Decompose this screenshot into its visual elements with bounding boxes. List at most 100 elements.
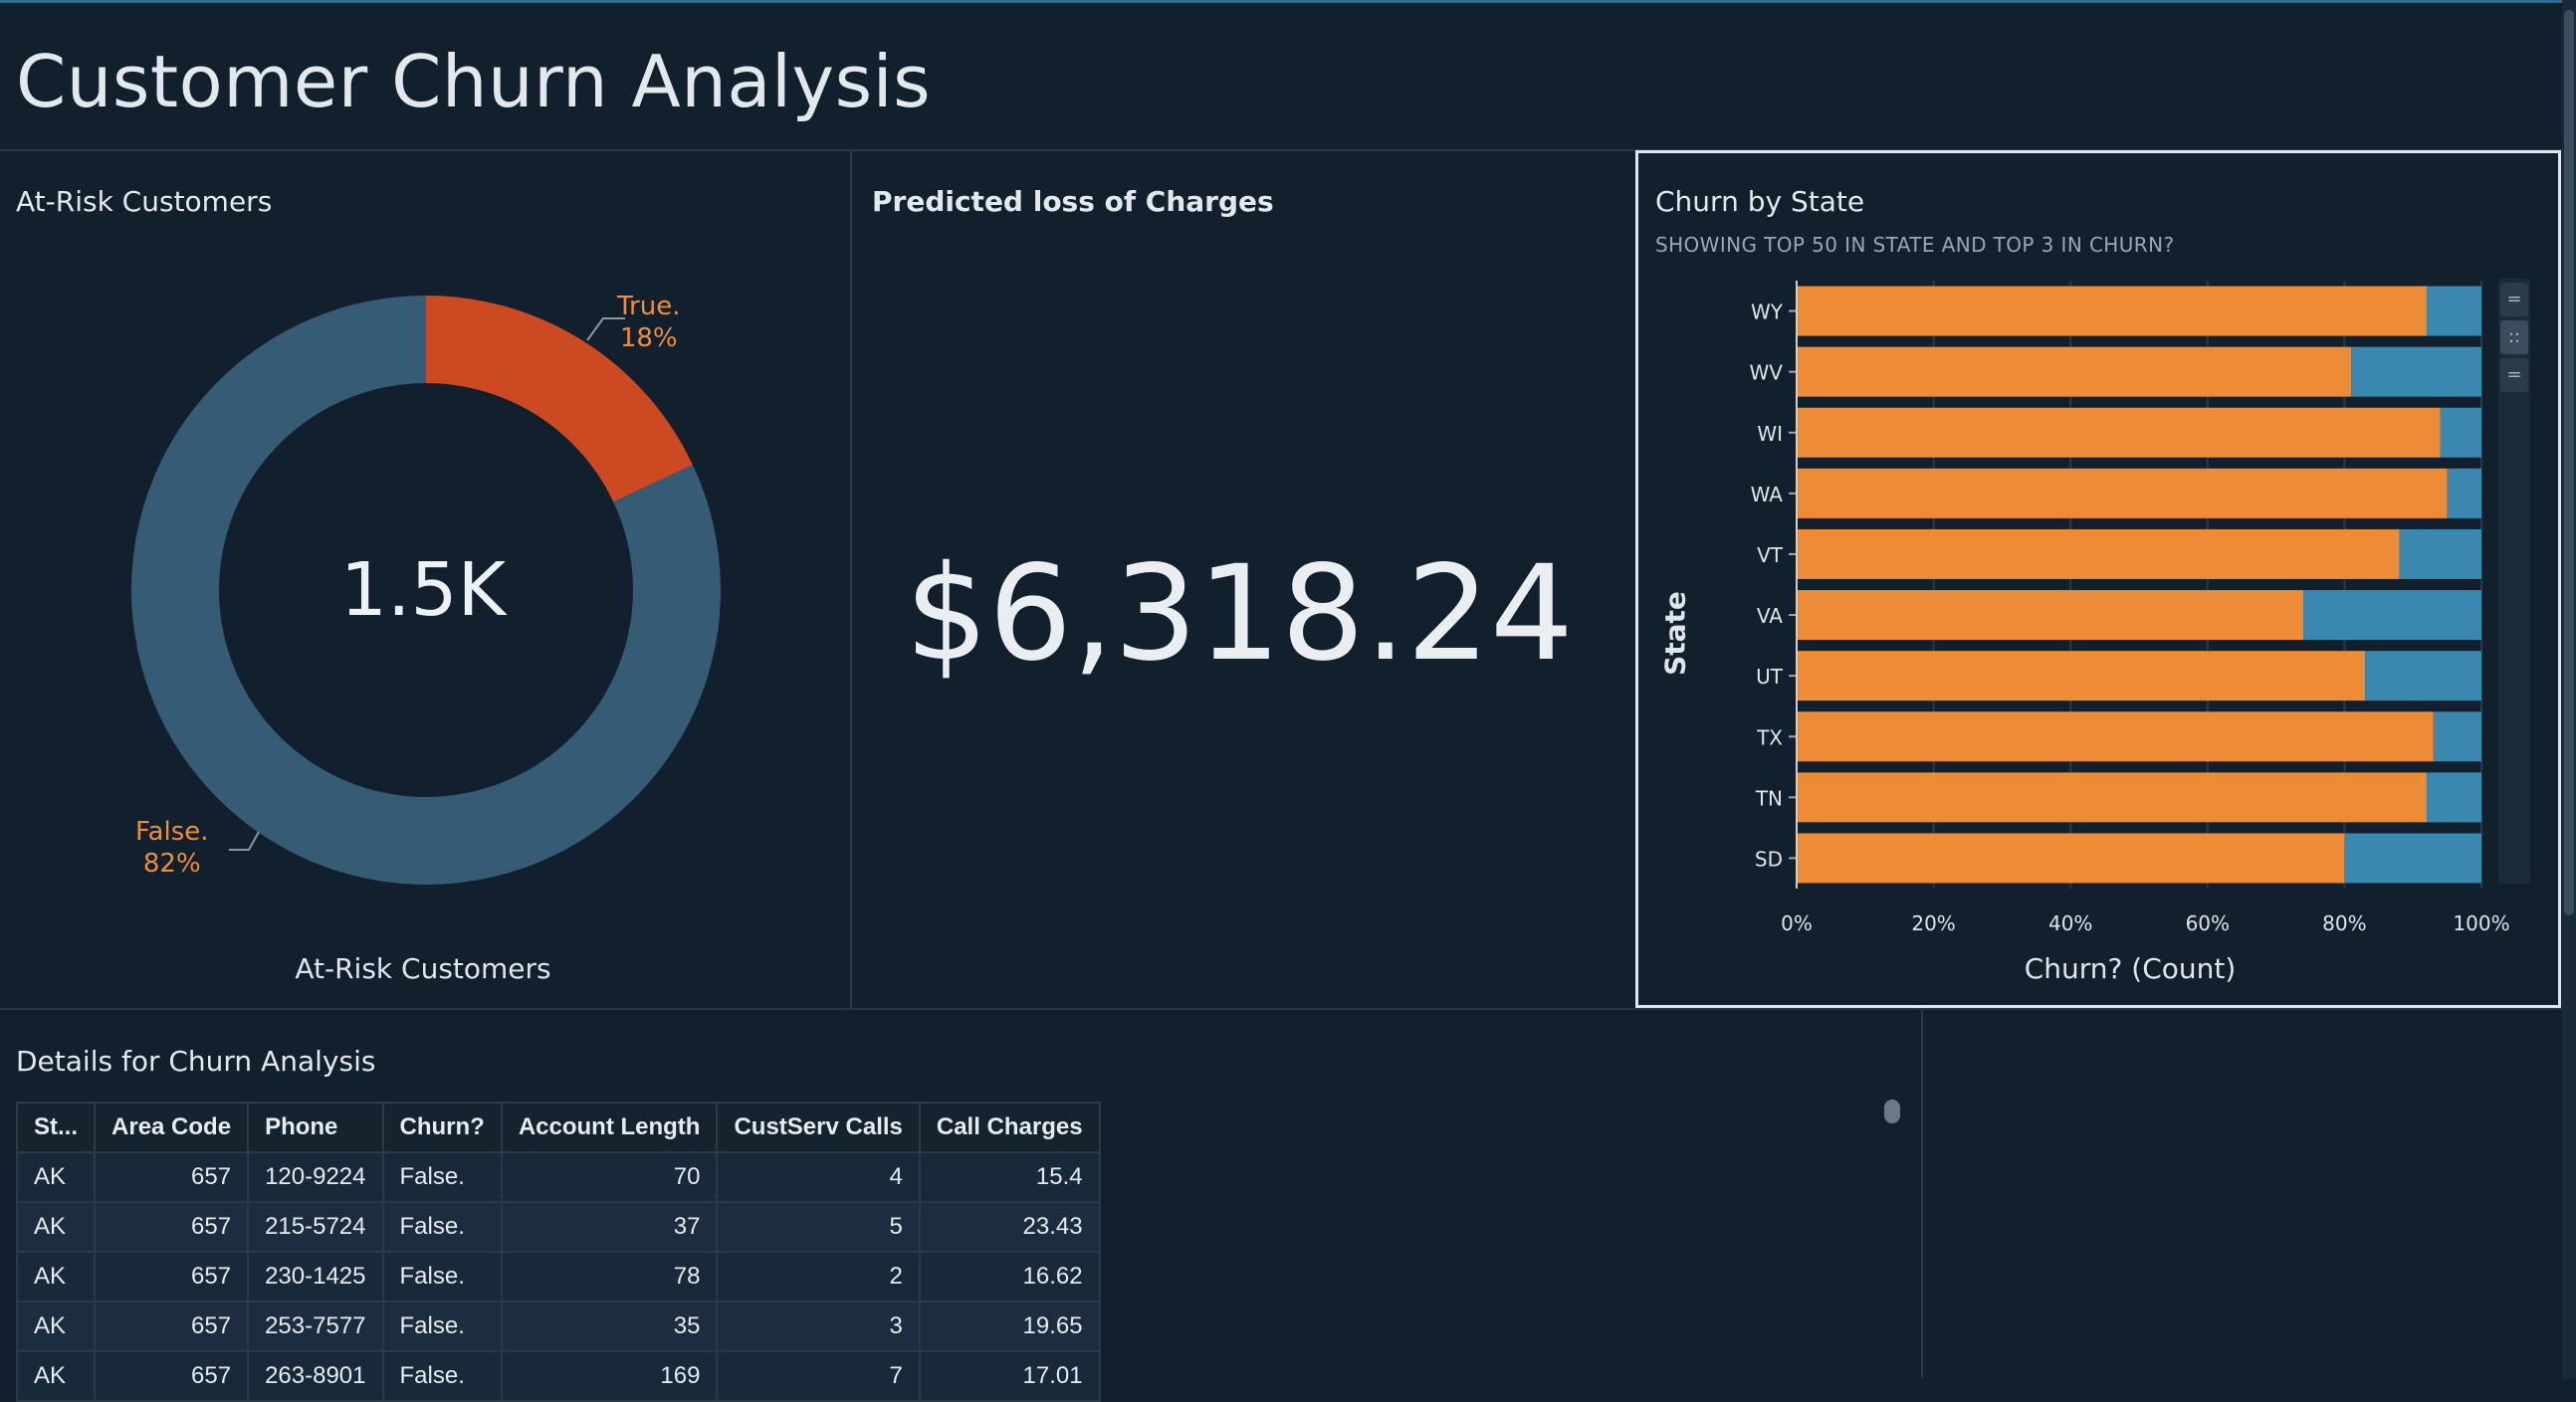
donut-label-false-name: False. — [135, 817, 209, 847]
table-row[interactable]: AK 657 230-1425 False. 78 2 16.62 — [15, 1251, 1101, 1302]
donut-label-true-pct: 18% — [619, 323, 678, 353]
table-cell: 657 — [94, 1350, 250, 1402]
details-table-wrap: St... Area Code Phone Churn? Account Length C… — [15, 1102, 1101, 1402]
details-table: St... Area Code Phone Churn? Account Length C… — [15, 1102, 1101, 1402]
y-tick-label: WV — [1750, 361, 1784, 385]
table-cell: 7 — [716, 1350, 921, 1402]
column-header[interactable]: Churn? — [381, 1102, 503, 1153]
bar-segment[interactable] — [1797, 528, 2400, 579]
table-cell: AK — [15, 1301, 97, 1352]
y-tick-label: WA — [1751, 483, 1784, 506]
page-title: Customer Churn Analysis — [16, 40, 932, 123]
table-cell: 230-1425 — [247, 1251, 384, 1302]
table-body: AK 657 120-9224 False. 70 4 15.4 AK 657 215-5724 F… — [15, 1151, 1101, 1402]
bar-segment[interactable] — [2447, 468, 2481, 518]
table-cell: False. — [381, 1151, 503, 1203]
table-scroll-knob[interactable] — [1884, 1100, 1900, 1123]
bar-segment[interactable] — [1797, 346, 2352, 397]
bar-segment[interactable] — [2426, 286, 2481, 336]
table-cell: 657 — [94, 1251, 250, 1302]
bar-segment[interactable] — [2426, 772, 2481, 823]
bar-segment[interactable] — [1797, 772, 2427, 823]
page-scrollbar[interactable] — [2562, 0, 2576, 1379]
bar-segment[interactable] — [2344, 833, 2481, 884]
x-tick-label: 80% — [2322, 911, 2366, 935]
table-cell: 657 — [94, 1201, 250, 1253]
top-accent-line — [0, 0, 2576, 3]
page-scrollbar-thumb[interactable] — [2564, 10, 2574, 915]
bar-segment[interactable] — [1797, 286, 2427, 336]
bar-segment[interactable] — [1797, 407, 2441, 458]
bar-segment[interactable] — [2433, 711, 2481, 762]
table-cell: 35 — [500, 1301, 719, 1352]
table-cell: 17.01 — [918, 1350, 1101, 1402]
table-row[interactable]: AK 657 253-7577 False. 35 3 19.65 — [15, 1301, 1101, 1352]
bar-segment[interactable] — [1797, 468, 2448, 518]
y-tick-label: UT — [1756, 665, 1784, 689]
y-tick-label: VT — [1757, 543, 1784, 567]
table-row[interactable]: AK 657 120-9224 False. 70 4 15.4 — [15, 1151, 1101, 1203]
churn-by-state-chart[interactable]: WY WV WI WA VT VA UT TX TN SD 0% 20% 40% 60% 80% 100% — [1635, 259, 2511, 935]
y-tick-label: VA — [1757, 604, 1783, 628]
donut-label-false: False. 82% — [135, 816, 209, 880]
kpi-title: Predicted loss of Charges — [872, 185, 1274, 218]
table-header-row: St... Area Code Phone Churn? Account Length C… — [15, 1102, 1101, 1153]
bar-segment[interactable] — [2351, 346, 2481, 397]
y-tick-label: TN — [1755, 786, 1783, 810]
churn-axis-title: Churn? (Count) — [2024, 952, 2237, 985]
scroll-top-handle-icon[interactable]: = — [2500, 283, 2528, 316]
scroll-bottom-handle-icon[interactable]: = — [2500, 358, 2528, 392]
column-header[interactable]: Account Length — [500, 1102, 719, 1153]
bar-segment[interactable] — [1797, 590, 2304, 641]
panel-divider-1 — [850, 150, 852, 1008]
table-cell: 657 — [94, 1301, 250, 1352]
bar-segment[interactable] — [1797, 711, 2434, 762]
table-cell: 19.65 — [918, 1301, 1101, 1352]
x-tick-label: 20% — [1911, 911, 1955, 935]
table-cell: AK — [15, 1251, 97, 1302]
column-header[interactable]: St... — [15, 1102, 97, 1153]
table-cell: 78 — [500, 1251, 719, 1302]
bar-segment[interactable] — [2399, 528, 2481, 579]
churn-by-state-subtitle: SHOWING TOP 50 IN STATE AND TOP 3 IN CHU… — [1655, 233, 2175, 257]
bar-segment[interactable] — [2365, 651, 2481, 701]
y-tick-label: WI — [1757, 422, 1783, 446]
state-axis-title: State — [1658, 591, 1692, 676]
bar-segment[interactable] — [2303, 590, 2481, 641]
column-header[interactable]: Call Charges — [918, 1102, 1101, 1153]
column-header[interactable]: Area Code — [94, 1102, 250, 1153]
table-cell: 215-5724 — [247, 1201, 384, 1253]
table-cell: 70 — [500, 1151, 719, 1203]
scroll-grip-icon[interactable]: :: — [2500, 320, 2528, 354]
table-row[interactable]: AK 657 263-8901 False. 169 7 17.01 — [15, 1350, 1101, 1402]
y-tick-label: SD — [1755, 847, 1783, 871]
table-cell: AK — [15, 1350, 97, 1402]
y-tick-label: WY — [1751, 300, 1784, 324]
donut-label-true-name: True. — [617, 292, 681, 321]
table-cell: 16.62 — [918, 1251, 1101, 1302]
table-cell: 657 — [94, 1151, 250, 1203]
x-tick-label: 100% — [2453, 911, 2509, 935]
table-cell: False. — [381, 1251, 503, 1302]
table-row[interactable]: AK 657 215-5724 False. 37 5 23.43 — [15, 1201, 1101, 1253]
donut-center-value: 1.5K — [339, 547, 507, 633]
table-cell: 2 — [716, 1251, 921, 1302]
table-cell: AK — [15, 1201, 97, 1253]
table-cell: 5 — [716, 1201, 921, 1253]
column-header[interactable]: CustServ Calls — [716, 1102, 921, 1153]
details-title: Details for Churn Analysis — [16, 1045, 376, 1078]
panel-divider-2 — [1921, 1009, 1923, 1379]
x-tick-label: 0% — [1781, 911, 1813, 935]
column-header[interactable]: Phone — [247, 1102, 384, 1153]
bar-segment[interactable] — [2440, 407, 2481, 458]
bar-segment[interactable] — [1797, 651, 2366, 701]
donut-label-true: True. 18% — [617, 291, 681, 354]
donut-axis-label: At-Risk Customers — [295, 952, 551, 985]
table-cell: 23.43 — [918, 1201, 1101, 1253]
x-tick-label: 40% — [2048, 911, 2092, 935]
chart-scrollbar[interactable]: = :: = — [2498, 279, 2530, 884]
bar-segment[interactable] — [1797, 833, 2345, 884]
table-cell: 37 — [500, 1201, 719, 1253]
table-cell: 15.4 — [918, 1151, 1101, 1203]
donut-leader-false — [229, 831, 260, 851]
